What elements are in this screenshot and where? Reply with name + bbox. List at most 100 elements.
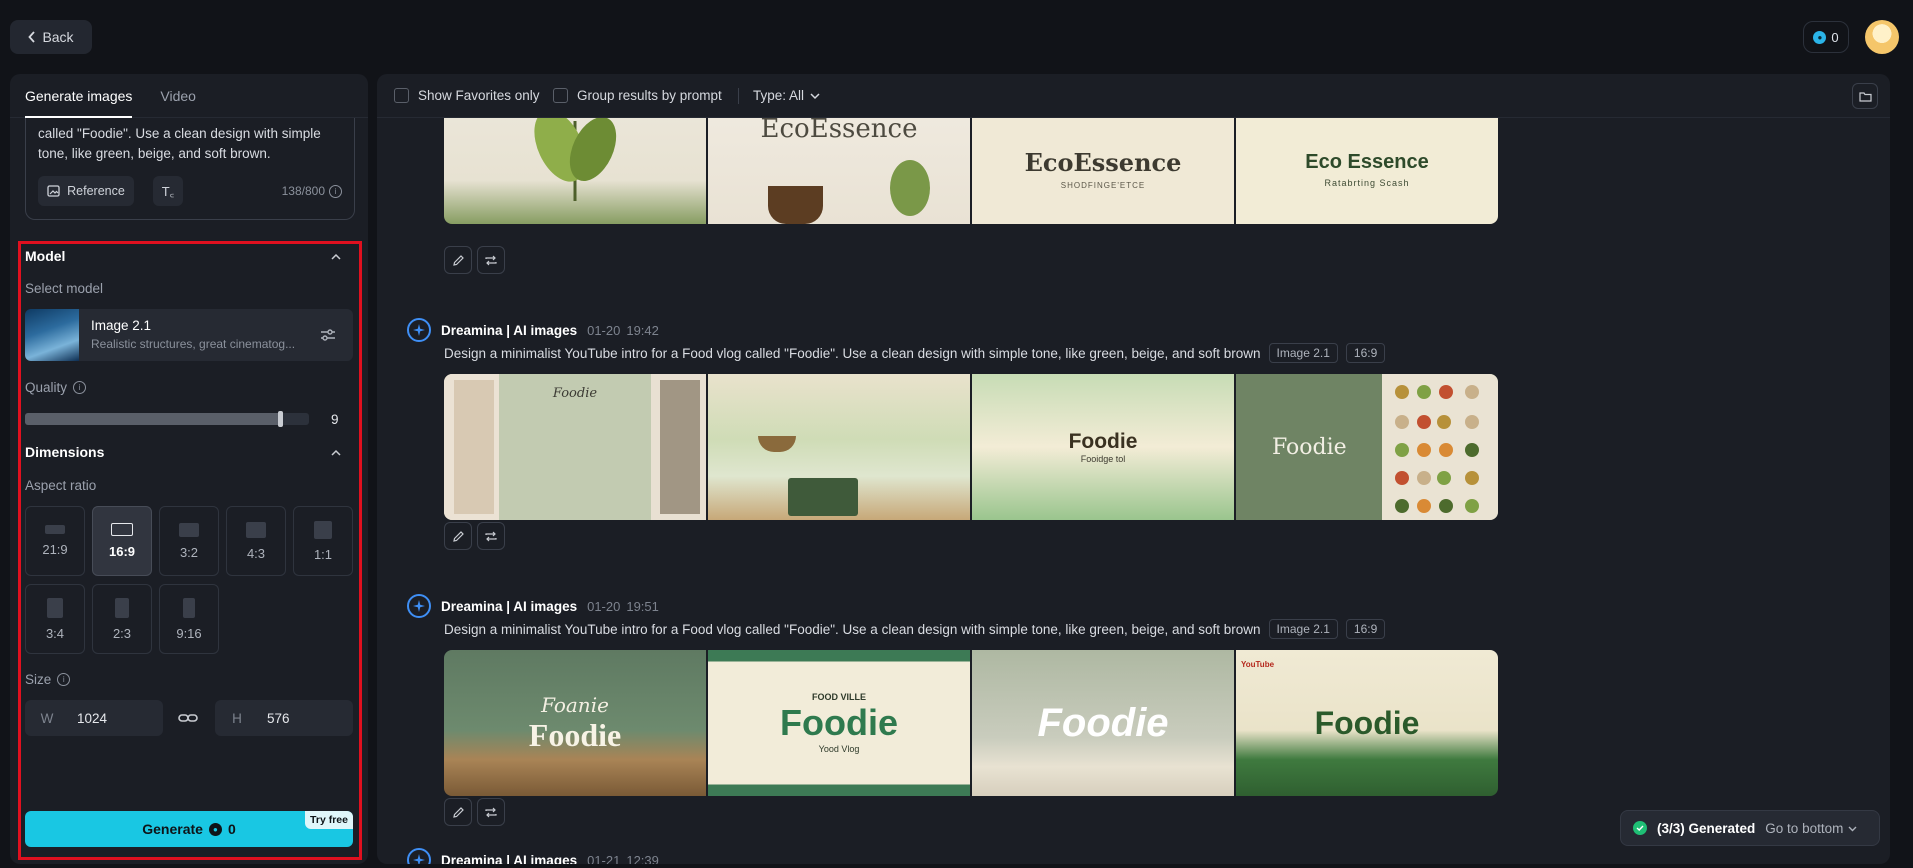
generate-button[interactable]: Generate ● 0 Try free: [25, 811, 353, 847]
width-field[interactable]: W 1024: [25, 700, 163, 736]
result-image[interactable]: EcoEssence: [708, 118, 970, 224]
go-to-bottom-link[interactable]: Go to bottom: [1765, 821, 1857, 836]
coin-icon: ●: [1813, 30, 1827, 44]
image-title: Foodie: [1037, 700, 1169, 745]
result-image[interactable]: [708, 374, 970, 520]
model-selector[interactable]: Image 2.1 Realistic structures, great ci…: [25, 309, 353, 361]
prompt-box[interactable]: called "Foodie". Use a clean design with…: [25, 118, 355, 220]
generation-time: 19:51: [626, 598, 659, 614]
model-tag: Image 2.1: [1268, 343, 1338, 363]
aspect-ratio-option-3-2[interactable]: 3:2: [159, 506, 219, 576]
type-dropdown[interactable]: Type: All: [753, 88, 820, 103]
ratio-label: 21:9: [42, 542, 68, 557]
char-counter: 138/800 i: [282, 184, 342, 198]
checkbox-box[interactable]: [553, 88, 568, 103]
image-title: Foodie: [1314, 704, 1420, 741]
quality-slider-thumb[interactable]: [277, 411, 283, 427]
text-style-button[interactable]: T꜀: [153, 176, 183, 206]
link-icon[interactable]: [178, 709, 198, 727]
checkbox-box[interactable]: [394, 88, 409, 103]
width-value[interactable]: 1024: [69, 711, 163, 726]
aspect-ratio-option-1-1[interactable]: 1:1: [293, 506, 353, 576]
back-button[interactable]: Back: [10, 20, 92, 54]
aspect-ratio-option-9-16[interactable]: 9:16: [159, 584, 219, 654]
aspect-ratio-option-21-9[interactable]: 21:9: [25, 506, 85, 576]
user-avatar[interactable]: [1865, 20, 1899, 54]
info-icon[interactable]: i: [329, 184, 342, 198]
edit-button[interactable]: [444, 246, 472, 274]
regenerate-button[interactable]: [477, 246, 505, 274]
filter-bar: Show Favorites only Group results by pro…: [377, 74, 1890, 118]
edit-button[interactable]: [444, 798, 472, 826]
generation-date: 01-20: [587, 322, 621, 338]
chevron-up-icon[interactable]: [331, 448, 341, 458]
tab-video[interactable]: Video: [160, 74, 196, 117]
group-checkbox[interactable]: Group results by prompt: [553, 88, 722, 103]
tab-generate-images[interactable]: Generate images: [25, 74, 133, 118]
generation-status: (3/3) Generated: [1657, 820, 1756, 836]
image-title: Foodie: [552, 386, 598, 401]
result-image[interactable]: [444, 118, 706, 224]
sliders-icon[interactable]: [319, 326, 337, 344]
text-format-icon: T꜀: [161, 184, 175, 199]
ingredients-dots: [1395, 385, 1479, 513]
result-image[interactable]: FOOD VILLE Foodie Yood Vlog: [708, 650, 970, 796]
result-image[interactable]: Foodie: [1236, 374, 1498, 520]
ratio-label: 2:3: [112, 625, 132, 641]
result-image[interactable]: Foodie: [972, 650, 1234, 796]
info-icon[interactable]: i: [57, 673, 71, 686]
edit-button[interactable]: [444, 522, 472, 550]
generation-prompt[interactable]: Design a minimalist YouTube intro for a …: [444, 622, 1261, 637]
image-add-icon: [47, 185, 60, 197]
result-image[interactable]: Foodie Fooidge tol: [972, 374, 1234, 520]
image-title: EcoEssence: [1024, 148, 1182, 177]
generate-cost: 0: [227, 821, 236, 837]
ratio-label: 1:1: [313, 546, 333, 562]
results-panel: Show Favorites only Group results by pro…: [377, 74, 1890, 864]
regenerate-button[interactable]: [477, 798, 505, 826]
try-free-badge: Try free: [305, 811, 353, 829]
result-image[interactable]: Foanie Foodie: [444, 650, 706, 796]
panel-shape: [454, 380, 494, 514]
favorites-checkbox[interactable]: Show Favorites only: [394, 88, 540, 103]
result-image[interactable]: YouTube Foodie: [1236, 650, 1498, 796]
aspect-ratio-option-16-9[interactable]: 16:9: [92, 506, 152, 576]
image-subtitle: Foanie: [541, 692, 609, 717]
quality-slider[interactable]: [25, 411, 309, 427]
ratio-label: 9:16: [176, 625, 202, 641]
generation-date: 01-21: [587, 852, 621, 865]
folder-button[interactable]: [1852, 83, 1878, 109]
dimensions-section-title: Dimensions: [25, 444, 105, 460]
credits-badge[interactable]: ● 0: [1803, 21, 1849, 53]
height-value[interactable]: 576: [259, 711, 353, 726]
aspect-ratio-option-4-3[interactable]: 4:3: [226, 506, 286, 576]
model-name: Image 2.1: [91, 318, 152, 333]
aspect-ratio-option-3-4[interactable]: 3:4: [25, 584, 85, 654]
ratio-label: 16:9: [108, 544, 136, 559]
image-subtitle: Ratabrting Scash: [1324, 177, 1410, 188]
regenerate-button[interactable]: [477, 522, 505, 550]
ingredients-panel: [1382, 374, 1498, 520]
generation-prompt[interactable]: Design a minimalist YouTube intro for a …: [444, 346, 1261, 361]
dreamina-logo-icon: [407, 318, 431, 342]
height-field[interactable]: H 576: [215, 700, 353, 736]
result-image[interactable]: Eco Essence Ratabrting Scash: [1236, 118, 1498, 224]
reference-button[interactable]: Reference: [38, 176, 134, 206]
pencil-icon: [452, 806, 464, 818]
image-subtitle: Fooidge tol: [1080, 454, 1126, 464]
chevron-up-icon[interactable]: [331, 252, 341, 262]
result-image[interactable]: EcoEssence SHODFINGE'ETCE: [972, 118, 1234, 224]
generation-time: 12:39: [626, 852, 659, 865]
ratio-shape-icon: [115, 597, 129, 618]
image-subtitle-2: Yood Vlog: [818, 744, 860, 754]
size-label-text: Size: [25, 672, 52, 687]
image-title: Foodie: [1272, 434, 1347, 460]
ratio-tag: 16:9: [1345, 343, 1386, 363]
bowl-shape: [758, 436, 796, 452]
info-icon[interactable]: i: [73, 381, 87, 394]
image-title: EcoEssence: [760, 118, 918, 144]
prompt-textarea[interactable]: called "Foodie". Use a clean design with…: [38, 124, 338, 164]
result-image[interactable]: Foodie: [444, 374, 706, 520]
aspect-ratio-option-2-3[interactable]: 2:3: [92, 584, 152, 654]
image-row: Foodie Foodie Fooidge tol Foodie: [444, 374, 1498, 520]
